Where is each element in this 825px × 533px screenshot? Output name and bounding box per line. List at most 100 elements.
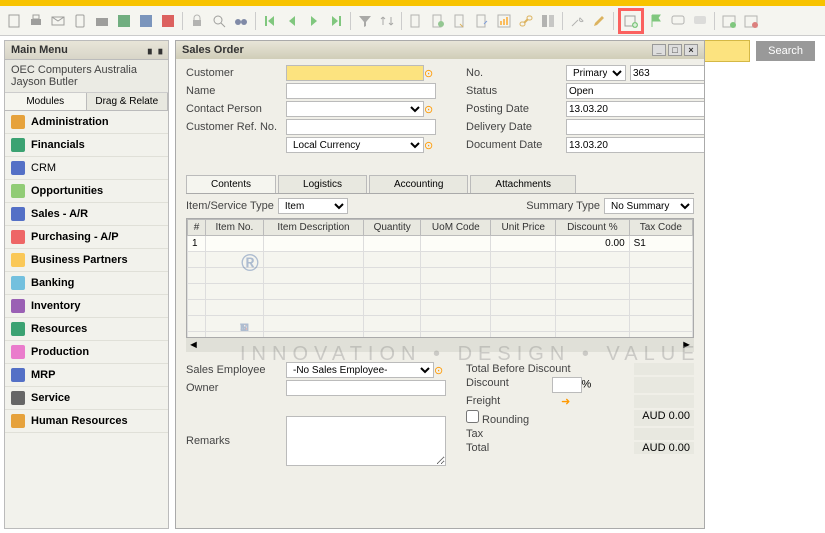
tb-cal-del-icon[interactable]	[741, 11, 761, 31]
tb-file-icon[interactable]	[4, 11, 24, 31]
col-uom-code[interactable]: UoM Code	[421, 220, 491, 236]
lookup-icon[interactable]: ⊙	[424, 103, 436, 116]
discount-pct-input[interactable]	[552, 377, 582, 393]
grid-empty-row	[188, 284, 693, 300]
tb-mail-icon[interactable]	[48, 11, 68, 31]
tb-cal-add-icon[interactable]	[719, 11, 739, 31]
sidebar-item-crm[interactable]: CRM	[5, 157, 168, 180]
sidebar-item-service[interactable]: Service	[5, 387, 168, 410]
no--input[interactable]	[630, 65, 704, 81]
tb-binoculars-icon[interactable]	[231, 11, 251, 31]
tab-attachments[interactable]: Attachments	[470, 175, 576, 193]
sales-employee-select[interactable]: -No Sales Employee-	[286, 362, 434, 378]
sidebar-item-administration[interactable]: Administration	[5, 111, 168, 134]
module-icon	[11, 230, 25, 244]
no-series-select[interactable]: Primary	[566, 65, 626, 81]
tb-fax-icon[interactable]	[92, 11, 112, 31]
delivery-date-input[interactable]	[566, 119, 704, 135]
col-item-no-[interactable]: Item No.	[205, 220, 263, 236]
tb-back-icon[interactable]	[282, 11, 302, 31]
col-tax-code[interactable]: Tax Code	[629, 220, 692, 236]
tb-doc4-icon[interactable]	[472, 11, 492, 31]
tb-find-icon[interactable]	[209, 11, 229, 31]
lookup-icon[interactable]: ⊙	[424, 67, 436, 80]
sidebar-item-inventory[interactable]: Inventory	[5, 295, 168, 318]
sidebar-item-opportunities[interactable]: Opportunities	[5, 180, 168, 203]
summary-type-label: Summary Type	[526, 200, 600, 212]
tb-tools-icon[interactable]	[567, 11, 587, 31]
tb-forward-icon[interactable]	[304, 11, 324, 31]
posting-date-input[interactable]	[566, 101, 704, 117]
tb-doc1-icon[interactable]	[406, 11, 426, 31]
tb-print-icon[interactable]	[26, 11, 46, 31]
tb-pdf-icon[interactable]	[158, 11, 178, 31]
tb-new-activity-icon[interactable]	[618, 8, 644, 34]
module-icon	[11, 207, 25, 221]
sidebar-item-human-resources[interactable]: Human Resources	[5, 410, 168, 433]
tb-excel-icon[interactable]	[114, 11, 134, 31]
owner-input[interactable]	[286, 380, 446, 396]
close-icon[interactable]: ×	[684, 44, 698, 56]
module-icon	[11, 184, 25, 198]
tb-filter-icon[interactable]	[355, 11, 375, 31]
tb-report-icon[interactable]	[494, 11, 514, 31]
module-icon	[11, 138, 25, 152]
tb-doc3-icon[interactable]	[450, 11, 470, 31]
search-button[interactable]: Search	[756, 41, 815, 61]
remarks-input[interactable]	[286, 416, 446, 466]
maximize-icon[interactable]: □	[668, 44, 682, 56]
tb-word-icon[interactable]	[136, 11, 156, 31]
sidebar-item-banking[interactable]: Banking	[5, 272, 168, 295]
tab-modules[interactable]: Modules	[5, 93, 87, 110]
scroll-left-icon[interactable]: ◄	[188, 339, 199, 351]
tab-logistics[interactable]: Logistics	[278, 175, 367, 193]
tab-accounting[interactable]: Accounting	[369, 175, 468, 193]
grid-row[interactable]: 10.00S1	[188, 236, 693, 252]
tb-lock-icon[interactable]	[187, 11, 207, 31]
tb-last-icon[interactable]	[326, 11, 346, 31]
sidebar-item-business-partners[interactable]: Business Partners	[5, 249, 168, 272]
sidebar-item-financials[interactable]: Financials	[5, 134, 168, 157]
summary-type-select[interactable]: No Summary	[604, 198, 694, 214]
col-unit-price[interactable]: Unit Price	[491, 220, 556, 236]
col-item-description[interactable]: Item Description	[263, 220, 363, 236]
customer-ref-no--input[interactable]	[286, 119, 436, 135]
collapse-icon[interactable]: ▖▗	[148, 44, 162, 56]
sidebar-item-sales-a-r[interactable]: Sales - A/R	[5, 203, 168, 226]
tb-sort-icon[interactable]	[377, 11, 397, 31]
col-discount-[interactable]: Discount %	[556, 220, 630, 236]
tb-first-icon[interactable]	[260, 11, 280, 31]
item-service-type-select[interactable]: Item	[278, 198, 348, 214]
document-date-input[interactable]	[566, 137, 704, 153]
lookup-icon[interactable]: ⊙	[434, 364, 446, 377]
scroll-right-icon[interactable]: ►	[681, 339, 692, 351]
col-quantity[interactable]: Quantity	[364, 220, 421, 236]
lookup-icon[interactable]: ⊙	[424, 139, 436, 152]
freight-arrow-icon[interactable]: ➜	[561, 395, 573, 408]
sidebar-item-purchasing-a-p[interactable]: Purchasing - A/P	[5, 226, 168, 249]
tb-link-icon[interactable]	[516, 11, 536, 31]
minimize-icon[interactable]: _	[652, 44, 666, 56]
rounding-checkbox[interactable]	[466, 410, 479, 423]
name-input[interactable]	[286, 83, 436, 99]
tb-chat-icon[interactable]	[668, 11, 688, 31]
sidebar-item-production[interactable]: Production	[5, 341, 168, 364]
contact-person-select[interactable]	[286, 101, 424, 117]
sidebar-item-resources[interactable]: Resources	[5, 318, 168, 341]
module-icon	[11, 115, 25, 129]
tb-sms-icon[interactable]	[70, 11, 90, 31]
customer-input[interactable]	[286, 65, 424, 81]
tb-pencil-icon[interactable]	[589, 11, 609, 31]
tb-doc2-icon[interactable]	[428, 11, 448, 31]
status-input[interactable]	[566, 83, 704, 99]
items-grid[interactable]: #Item No.Item DescriptionQuantityUoM Cod…	[187, 219, 693, 338]
tab-drag-relate[interactable]: Drag & Relate	[87, 93, 169, 110]
sidebar-item-mrp[interactable]: MRP	[5, 364, 168, 387]
tb-layout-icon[interactable]	[538, 11, 558, 31]
local-currency-select[interactable]: Local Currency	[286, 137, 424, 153]
tb-flag-icon[interactable]	[646, 11, 666, 31]
tb-bubble-icon[interactable]	[690, 11, 710, 31]
tab-contents[interactable]: Contents	[186, 175, 276, 193]
module-icon	[11, 345, 25, 359]
col--[interactable]: #	[188, 220, 206, 236]
